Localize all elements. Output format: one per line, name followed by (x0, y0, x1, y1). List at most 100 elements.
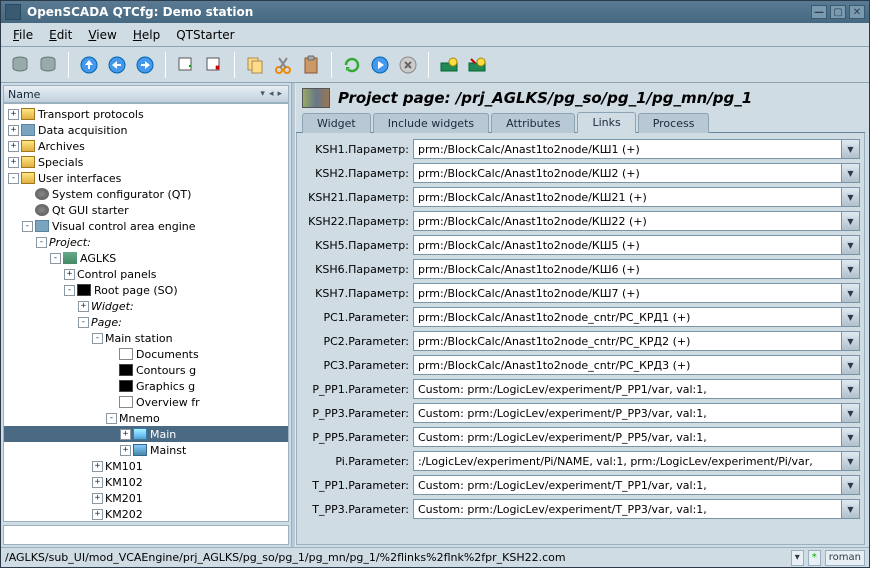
expand-icon[interactable]: + (92, 509, 103, 520)
tree-header-sort-icon[interactable]: ▾ (258, 89, 267, 99)
dropdown-icon[interactable]: ▼ (842, 139, 860, 159)
link-value-input[interactable] (413, 403, 842, 423)
expand-icon[interactable]: + (120, 429, 131, 440)
tree-item[interactable]: +Transport protocols (4, 106, 288, 122)
tree-item[interactable]: +Main (4, 426, 288, 442)
dropdown-icon[interactable]: ▼ (842, 307, 860, 327)
collapse-icon[interactable]: - (64, 285, 75, 296)
menu-view[interactable]: View (82, 26, 122, 44)
link-value-input[interactable] (413, 211, 842, 231)
dropdown-icon[interactable]: ▼ (842, 187, 860, 207)
tree-item[interactable]: Contours g (4, 362, 288, 378)
tab-links[interactable]: Links (577, 112, 635, 133)
copy-icon[interactable] (242, 52, 268, 78)
collapse-icon[interactable]: - (36, 237, 47, 248)
tab-attributes[interactable]: Attributes (491, 113, 575, 133)
minimize-button[interactable]: — (811, 5, 827, 19)
cut-icon[interactable] (270, 52, 296, 78)
tree-item[interactable]: -Project: (4, 234, 288, 250)
link-value-input[interactable] (413, 427, 842, 447)
tab-process[interactable]: Process (638, 113, 710, 133)
dropdown-icon[interactable]: ▼ (842, 379, 860, 399)
tree-header[interactable]: Name ▾ ◂ ▸ (3, 85, 289, 103)
dropdown-icon[interactable]: ▼ (842, 403, 860, 423)
tree-item[interactable]: +KM102 (4, 474, 288, 490)
expand-icon[interactable]: + (8, 157, 19, 168)
tree-item[interactable]: Documents (4, 346, 288, 362)
tree-item[interactable]: +Widget: (4, 298, 288, 314)
tree-item[interactable]: +KM202 (4, 506, 288, 522)
expand-icon[interactable]: + (120, 445, 131, 456)
collapse-icon[interactable]: - (92, 333, 103, 344)
dropdown-icon[interactable]: ▼ (842, 331, 860, 351)
db-load-icon[interactable] (7, 52, 33, 78)
stop-icon[interactable] (395, 52, 421, 78)
dropdown-icon[interactable]: ▼ (842, 427, 860, 447)
tree-item[interactable]: +Mainst (4, 442, 288, 458)
tree-item[interactable]: Overview fr (4, 394, 288, 410)
link-value-input[interactable] (413, 451, 842, 471)
links-form[interactable]: KSH1.Параметр:▼KSH2.Параметр:▼KSH21.Пара… (296, 133, 865, 545)
nav-up-icon[interactable] (76, 52, 102, 78)
tab-widget[interactable]: Widget (302, 113, 371, 133)
refresh-icon[interactable] (339, 52, 365, 78)
db-save-icon[interactable] (35, 52, 61, 78)
link-value-input[interactable] (413, 331, 842, 351)
dropdown-icon[interactable]: ▼ (842, 259, 860, 279)
tree-item[interactable]: System configurator (QT) (4, 186, 288, 202)
dropdown-icon[interactable]: ▼ (842, 283, 860, 303)
tool-b-icon[interactable] (464, 52, 490, 78)
collapse-icon[interactable]: - (78, 317, 89, 328)
dropdown-icon[interactable]: ▼ (842, 211, 860, 231)
tab-include-widgets[interactable]: Include widgets (373, 113, 489, 133)
tree-item[interactable]: -User interfaces (4, 170, 288, 186)
menu-edit[interactable]: Edit (43, 26, 78, 44)
status-dropdown[interactable]: ▾ (791, 550, 804, 566)
dropdown-icon[interactable]: ▼ (842, 163, 860, 183)
expand-icon[interactable]: + (64, 269, 75, 280)
tree-item[interactable]: -AGLKS (4, 250, 288, 266)
tree-item[interactable]: +Control panels (4, 266, 288, 282)
expand-icon[interactable]: + (92, 477, 103, 488)
expand-icon[interactable]: + (8, 109, 19, 120)
collapse-icon[interactable]: - (50, 253, 61, 264)
expand-icon[interactable]: + (78, 301, 89, 312)
item-del-icon[interactable] (201, 52, 227, 78)
tree-item[interactable]: +Data acquisition (4, 122, 288, 138)
tree-item[interactable]: +KM101 (4, 458, 288, 474)
link-value-input[interactable] (413, 355, 842, 375)
link-value-input[interactable] (413, 139, 842, 159)
dropdown-icon[interactable]: ▼ (842, 235, 860, 255)
menu-file[interactable]: File (7, 26, 39, 44)
menu-qtstarter[interactable]: QTStarter (170, 26, 240, 44)
expand-icon[interactable]: + (92, 461, 103, 472)
link-value-input[interactable] (413, 379, 842, 399)
dropdown-icon[interactable]: ▼ (842, 451, 860, 471)
item-add-icon[interactable] (173, 52, 199, 78)
tree-header-scroll-left-icon[interactable]: ◂ (267, 89, 276, 99)
close-button[interactable]: ✕ (849, 5, 865, 19)
dropdown-icon[interactable]: ▼ (842, 475, 860, 495)
collapse-icon[interactable]: - (106, 413, 117, 424)
paste-icon[interactable] (298, 52, 324, 78)
collapse-icon[interactable]: - (8, 173, 19, 184)
tree-item[interactable]: -Mnemo (4, 410, 288, 426)
dropdown-icon[interactable]: ▼ (842, 499, 860, 519)
status-user[interactable]: roman (825, 550, 865, 566)
dropdown-icon[interactable]: ▼ (842, 355, 860, 375)
tree-item[interactable]: +KM201 (4, 490, 288, 506)
tool-a-icon[interactable] (436, 52, 462, 78)
tree-header-scroll-right-icon[interactable]: ▸ (275, 89, 284, 99)
menu-help[interactable]: Help (127, 26, 166, 44)
link-value-input[interactable] (413, 499, 842, 519)
link-value-input[interactable] (413, 235, 842, 255)
tree-item[interactable]: Qt GUI starter (4, 202, 288, 218)
nav-back-icon[interactable] (104, 52, 130, 78)
collapse-icon[interactable]: - (22, 221, 33, 232)
link-value-input[interactable] (413, 163, 842, 183)
tree-item[interactable]: -Page: (4, 314, 288, 330)
nav-tree[interactable]: +Transport protocols+Data acquisition+Ar… (3, 103, 289, 522)
tree-item[interactable]: -Main station (4, 330, 288, 346)
tree-item[interactable]: -Root page (SO) (4, 282, 288, 298)
tree-item[interactable]: +Archives (4, 138, 288, 154)
